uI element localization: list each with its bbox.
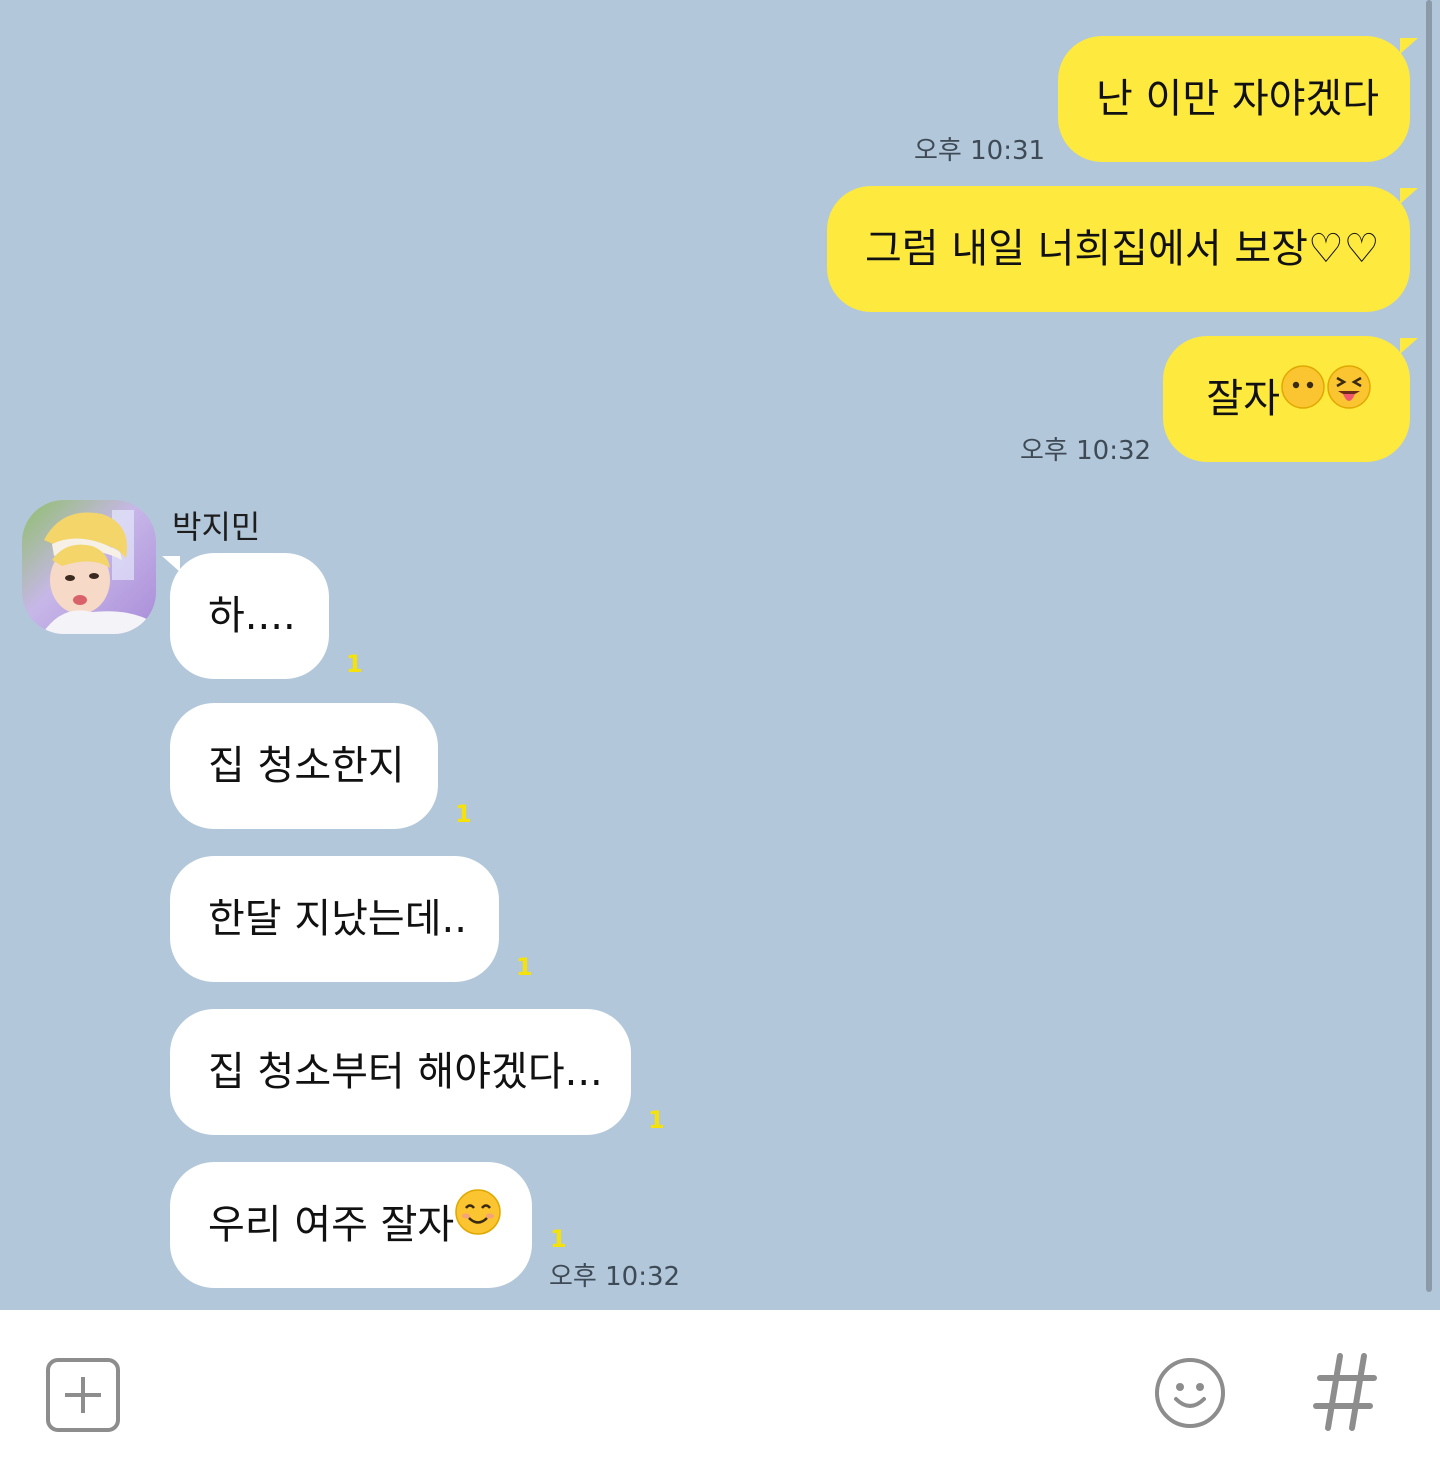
unread-count: 1: [550, 1225, 567, 1253]
sender-name: 박지민: [172, 508, 261, 546]
message-text: 집 청소부터 해야겠다...: [208, 1049, 603, 1095]
scrollbar[interactable]: [1426, 0, 1432, 1292]
their-message-bubble[interactable]: 우리 여주 잘자: [170, 1162, 532, 1288]
bubble-tail: [1400, 38, 1418, 54]
message-text: 우리 여주 잘자: [208, 1202, 455, 1248]
message-text: 잘자: [1206, 376, 1280, 422]
message-text: 한달 지났는데..: [208, 896, 467, 942]
their-message-bubble[interactable]: 집 청소부터 해야겠다...: [170, 1009, 631, 1135]
unread-count: 1: [516, 953, 533, 981]
my-message-bubble[interactable]: 난 이만 자야겠다: [1058, 36, 1410, 162]
unread-count: 1: [648, 1106, 665, 1134]
input-bar: [0, 1310, 1440, 1475]
unread-count: 1: [346, 650, 363, 678]
hash-icon[interactable]: [1312, 1350, 1378, 1434]
chat-area[interactable]: 난 이만 자야겠다 오후 10:31 그럼 내일 너희집에서 보장♡♡ 잘자 오…: [0, 0, 1440, 1310]
message-text: 하....: [208, 593, 296, 639]
message-time: 오후 10:32: [1020, 436, 1152, 466]
my-message-bubble[interactable]: 잘자: [1163, 336, 1410, 462]
message-time: 오후 10:31: [914, 136, 1046, 166]
plus-square-icon[interactable]: [46, 1358, 120, 1432]
smiley-icon[interactable]: [1153, 1356, 1227, 1430]
their-message-bubble[interactable]: 하....: [170, 553, 329, 679]
message-time: 오후 10:32: [549, 1262, 681, 1292]
squinting-tongue-face-emoji-icon: [1326, 334, 1372, 460]
bubble-tail: [1400, 188, 1418, 204]
bubble-tail: [162, 556, 180, 572]
avatar[interactable]: [22, 500, 156, 634]
unread-count: 1: [455, 800, 472, 828]
their-message-bubble[interactable]: 한달 지났는데..: [170, 856, 499, 982]
bubble-tail: [1400, 338, 1418, 354]
message-text: 그럼 내일 너희집에서 보장♡♡: [865, 226, 1380, 272]
neutral-face-emoji-icon: [1280, 334, 1326, 460]
my-message-bubble[interactable]: 그럼 내일 너희집에서 보장♡♡: [827, 186, 1410, 312]
message-text: 난 이만 자야겠다: [1096, 76, 1380, 122]
their-message-bubble[interactable]: 집 청소한지: [170, 703, 438, 829]
message-text: 집 청소한지: [208, 743, 405, 789]
smiling-face-emoji-icon: [454, 1160, 502, 1286]
